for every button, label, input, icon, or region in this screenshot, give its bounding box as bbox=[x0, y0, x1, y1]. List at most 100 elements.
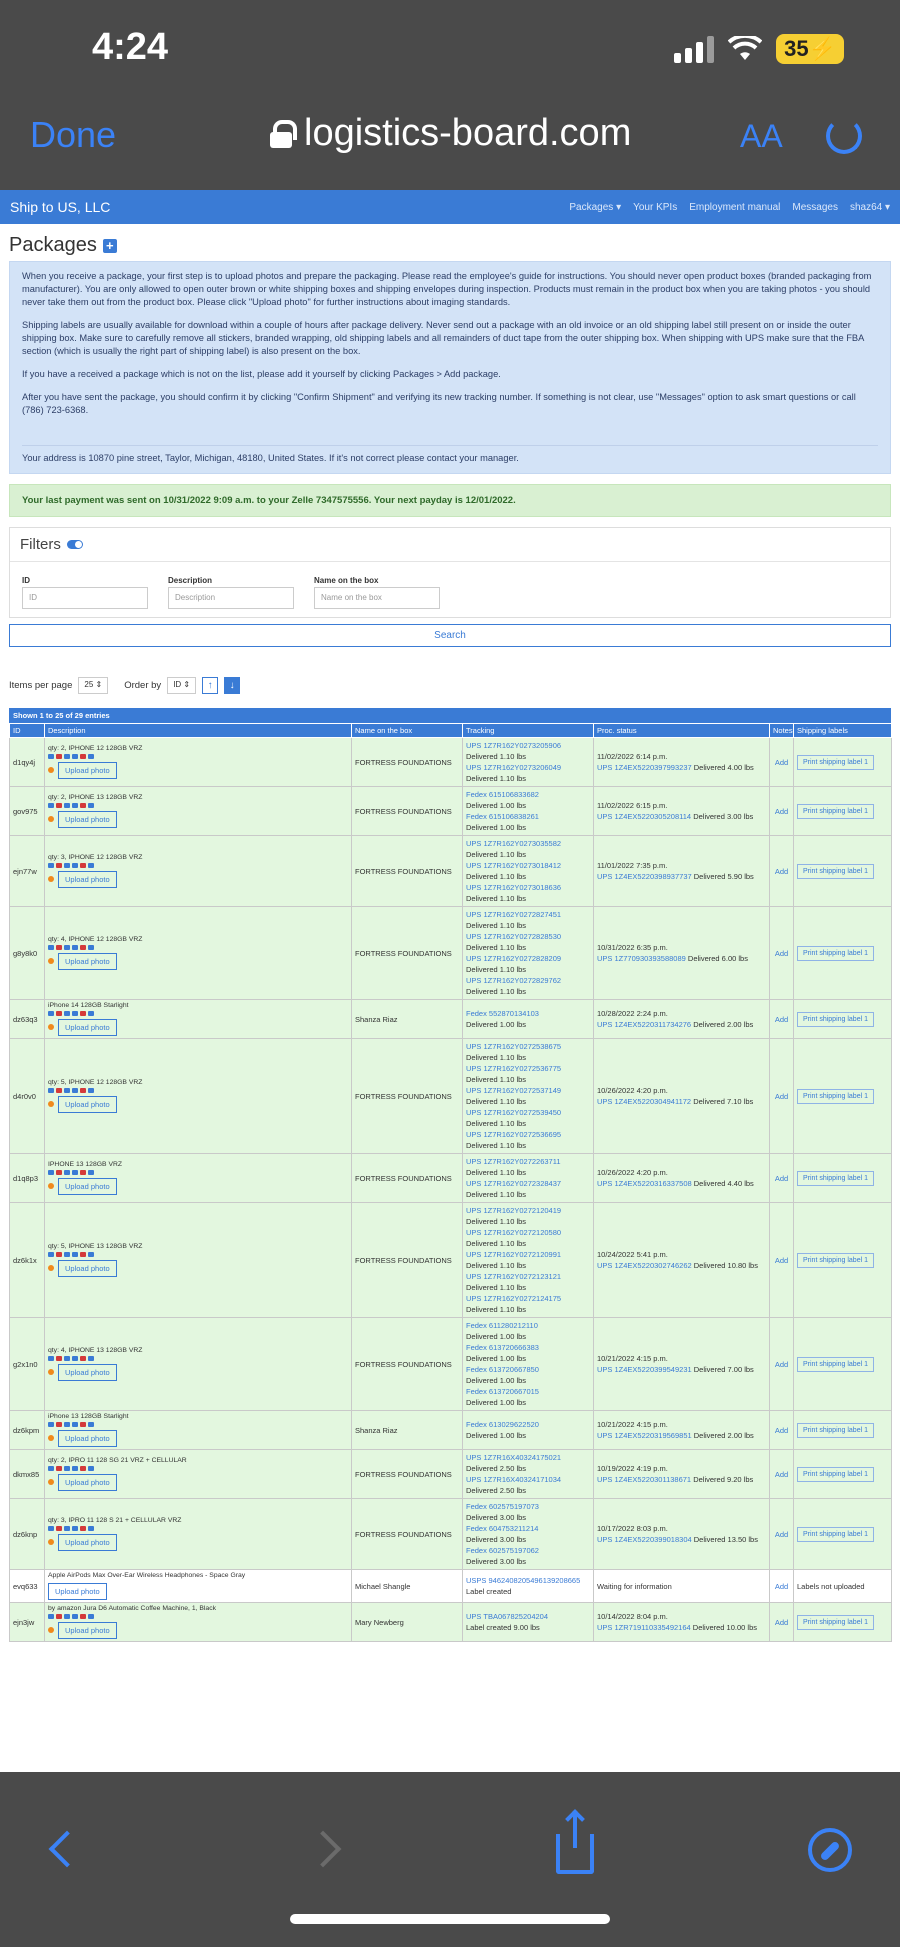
print-shipping-label-button[interactable]: Print shipping label 1 bbox=[797, 1170, 874, 1186]
print-shipping-label-button[interactable]: Print shipping label 1 bbox=[797, 1088, 874, 1104]
upload-photo-button[interactable]: Upload photo bbox=[58, 811, 117, 828]
outbound-tracking-link[interactable]: UPS 1Z4EX5220305208114 bbox=[597, 812, 691, 821]
th-name[interactable]: Name on the box bbox=[351, 723, 463, 738]
tracking-link[interactable]: Fedex 615106833682 bbox=[466, 789, 590, 800]
th-description[interactable]: Description bbox=[44, 723, 352, 738]
outbound-tracking-link[interactable]: UPS 1Z4EX5220399018304 bbox=[597, 1535, 692, 1544]
outbound-tracking-link[interactable]: UPS 1ZR719110335492164 bbox=[597, 1623, 691, 1632]
upload-photo-button[interactable]: Upload photo bbox=[58, 1019, 117, 1036]
add-note-link[interactable]: Add bbox=[775, 1618, 788, 1627]
outbound-tracking-link[interactable]: UPS 1Z7709303935880​89 bbox=[597, 954, 686, 963]
filters-toggle[interactable] bbox=[66, 540, 83, 549]
tracking-link[interactable]: Fedex 611280212110 bbox=[466, 1320, 590, 1331]
share-icon[interactable] bbox=[556, 1812, 594, 1874]
add-package-icon[interactable]: + bbox=[102, 238, 117, 253]
add-note-link[interactable]: Add bbox=[775, 867, 788, 876]
tracking-link[interactable]: Fedex 613029622520 bbox=[466, 1419, 590, 1430]
add-note-link[interactable]: Add bbox=[775, 1092, 788, 1101]
print-shipping-label-button[interactable]: Print shipping label 1 bbox=[797, 1356, 874, 1372]
th-notes[interactable]: Notes bbox=[769, 723, 794, 738]
nav-employment-manual[interactable]: Employment manual bbox=[689, 202, 780, 213]
tracking-link[interactable]: UPS 1Z7R162Y0272123121 bbox=[466, 1271, 590, 1282]
tracking-link[interactable]: UPS 1Z7R162Y0272538675 bbox=[466, 1041, 590, 1052]
tracking-link[interactable]: UPS 1Z7R162Y0273018412 bbox=[466, 860, 590, 871]
tracking-link[interactable]: Fedex 602575197062 bbox=[466, 1545, 590, 1556]
print-shipping-label-button[interactable]: Print shipping label 1 bbox=[797, 1526, 874, 1542]
tracking-link[interactable]: Fedex 604753211214 bbox=[466, 1523, 590, 1534]
tracking-link[interactable]: Fedex 602575197073 bbox=[466, 1501, 590, 1512]
url-field[interactable]: logistics-board.com bbox=[270, 112, 631, 155]
outbound-tracking-link[interactable]: UPS 1Z4EX5220399549231 bbox=[597, 1365, 692, 1374]
description-filter-input[interactable]: Description bbox=[168, 587, 294, 609]
name-filter-input[interactable]: Name on the box bbox=[314, 587, 440, 609]
print-shipping-label-button[interactable]: Print shipping label 1 bbox=[797, 945, 874, 961]
tracking-link[interactable]: UPS 1Z7R162Y0272539450 bbox=[466, 1107, 590, 1118]
add-note-link[interactable]: Add bbox=[775, 1174, 788, 1183]
add-note-link[interactable]: Add bbox=[775, 1256, 788, 1265]
upload-photo-button[interactable]: Upload photo bbox=[58, 1430, 117, 1447]
tracking-link[interactable]: UPS 1Z7R16X40324175021 bbox=[466, 1452, 590, 1463]
tracking-link[interactable]: UPS TBA067825204204 bbox=[466, 1611, 590, 1622]
print-shipping-label-button[interactable]: Print shipping label 1 bbox=[797, 1422, 874, 1438]
upload-photo-button[interactable]: Upload photo bbox=[58, 1096, 117, 1113]
th-tracking[interactable]: Tracking bbox=[462, 723, 594, 738]
tracking-link[interactable]: Fedex 613720666383 bbox=[466, 1342, 590, 1353]
outbound-tracking-link[interactable]: UPS 1Z4EX5220319569851 bbox=[597, 1431, 692, 1440]
upload-photo-button[interactable]: Upload photo bbox=[58, 1178, 117, 1195]
tracking-link[interactable]: UPS 1Z7R162Y0273035582 bbox=[466, 838, 590, 849]
order-by-select[interactable]: ID ⇕ bbox=[167, 677, 197, 694]
add-note-link[interactable]: Add bbox=[775, 807, 788, 816]
reader-aa-button[interactable]: AA bbox=[740, 118, 783, 155]
tracking-link[interactable]: UPS 1Z7R162Y0273206049 bbox=[466, 762, 590, 773]
add-note-link[interactable]: Add bbox=[775, 1015, 788, 1024]
add-note-link[interactable]: Add bbox=[775, 1582, 788, 1591]
add-note-link[interactable]: Add bbox=[775, 949, 788, 958]
tracking-link[interactable]: UPS 1Z7R16X40324171034 bbox=[466, 1474, 590, 1485]
upload-photo-button[interactable]: Upload photo bbox=[58, 1622, 117, 1639]
upload-photo-button[interactable]: Upload photo bbox=[58, 1364, 117, 1381]
tracking-link[interactable]: UPS 1Z7R162Y0272829762 bbox=[466, 975, 590, 986]
tracking-link[interactable]: UPS 1Z7R162Y0272120991 bbox=[466, 1249, 590, 1260]
tracking-link[interactable]: UPS 1Z7R162Y0272537149 bbox=[466, 1085, 590, 1096]
outbound-tracking-link[interactable]: UPS 1Z4EX5220398937737 bbox=[597, 872, 692, 881]
upload-photo-button[interactable]: Upload photo bbox=[58, 1474, 117, 1491]
outbound-tracking-link[interactable]: UPS 1Z4EX5220301138671 bbox=[597, 1475, 691, 1484]
search-button[interactable]: Search bbox=[9, 624, 891, 647]
tracking-link[interactable]: UPS 1Z7R162Y0272328437 bbox=[466, 1178, 590, 1189]
brand[interactable]: Ship to US, LLC bbox=[10, 199, 110, 215]
print-shipping-label-button[interactable]: Print shipping label 1 bbox=[797, 1466, 874, 1482]
sort-descending-button[interactable]: ↓ bbox=[224, 677, 241, 694]
upload-photo-button[interactable]: Upload photo bbox=[48, 1583, 107, 1600]
upload-photo-button[interactable]: Upload photo bbox=[58, 871, 117, 888]
print-shipping-label-button[interactable]: Print shipping label 1 bbox=[797, 863, 874, 879]
tracking-link[interactable]: UPS 1Z7R162Y0272263711 bbox=[466, 1156, 590, 1167]
print-shipping-label-button[interactable]: Print shipping label 1 bbox=[797, 1614, 874, 1630]
th-status[interactable]: Proc. status bbox=[593, 723, 770, 738]
back-icon[interactable] bbox=[48, 1830, 86, 1868]
tracking-link[interactable]: UPS 1Z7R162Y0273018636 bbox=[466, 882, 590, 893]
done-button[interactable]: Done bbox=[30, 114, 116, 156]
outbound-tracking-link[interactable]: UPS 1Z4EX5220304941172 bbox=[597, 1097, 691, 1106]
print-shipping-label-button[interactable]: Print shipping label 1 bbox=[797, 1011, 874, 1027]
tracking-link[interactable]: UPS 1Z7R162Y0272828530 bbox=[466, 931, 590, 942]
tracking-link[interactable]: UPS 1Z7R162Y0272536775 bbox=[466, 1063, 590, 1074]
outbound-tracking-link[interactable]: UPS 1Z4EX5220311734276 bbox=[597, 1020, 691, 1029]
outbound-tracking-link[interactable]: UPS 1Z4EX5220316337508 bbox=[597, 1179, 692, 1188]
print-shipping-label-button[interactable]: Print shipping label 1 bbox=[797, 754, 874, 770]
nav-kpis[interactable]: Your KPIs bbox=[633, 202, 677, 213]
th-labels[interactable]: Shipping labels bbox=[793, 723, 892, 738]
sort-ascending-button[interactable]: ↑ bbox=[202, 677, 219, 694]
tracking-link[interactable]: USPS 9462408205496139208665 bbox=[466, 1575, 590, 1586]
compass-icon[interactable] bbox=[808, 1828, 852, 1872]
upload-photo-button[interactable]: Upload photo bbox=[58, 953, 117, 970]
forward-icon[interactable] bbox=[304, 1830, 342, 1868]
tracking-link[interactable]: UPS 1Z7R162Y0272120580 bbox=[466, 1227, 590, 1238]
tracking-link[interactable]: UPS 1Z7R162Y0273205906 bbox=[466, 740, 590, 751]
print-shipping-label-button[interactable]: Print shipping label 1 bbox=[797, 1252, 874, 1268]
add-note-link[interactable]: Add bbox=[775, 1470, 788, 1479]
nav-packages[interactable]: Packages ▾ bbox=[569, 202, 621, 213]
add-note-link[interactable]: Add bbox=[775, 1426, 788, 1435]
nav-user-menu[interactable]: shaz64 ▾ bbox=[850, 202, 890, 213]
th-id[interactable]: ID bbox=[9, 723, 45, 738]
tracking-link[interactable]: Fedex 615106838261 bbox=[466, 811, 590, 822]
